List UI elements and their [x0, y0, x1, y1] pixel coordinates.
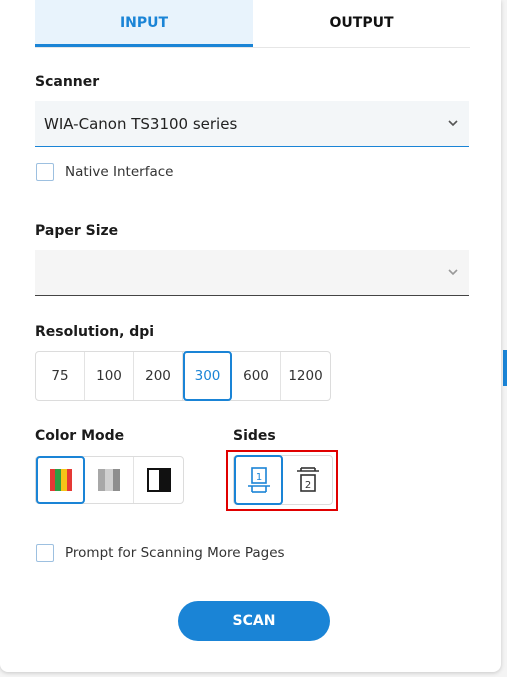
svg-text:1: 1 — [255, 472, 261, 483]
native-interface-label: Native Interface — [65, 164, 174, 180]
sides-options: 1 2 — [233, 455, 333, 505]
chevron-down-icon — [447, 250, 459, 315]
svg-text:2: 2 — [304, 480, 310, 491]
resolution-option-300[interactable]: 300 — [183, 351, 232, 401]
native-interface-checkbox[interactable] — [36, 163, 54, 181]
color-mode-grayscale-button[interactable] — [85, 457, 134, 503]
grayscale-bars-icon — [98, 469, 120, 491]
background-accent — [503, 350, 507, 386]
scanner-value: WIA-Canon TS3100 series — [44, 115, 238, 133]
prompt-more-pages-label: Prompt for Scanning More Pages — [65, 545, 285, 561]
resolution-option-1200[interactable]: 1200 — [281, 352, 330, 400]
resolution-option-200[interactable]: 200 — [134, 352, 183, 400]
black-white-icon — [146, 468, 171, 492]
tab-bar: INPUT OUTPUT — [35, 0, 470, 48]
scanner-label: Scanner — [35, 74, 100, 90]
color-mode-black-white-button[interactable] — [134, 457, 183, 503]
paper-size-label: Paper Size — [35, 223, 119, 239]
tab-output[interactable]: OUTPUT — [253, 0, 470, 46]
chevron-down-icon — [447, 101, 459, 166]
background-window — [501, 0, 507, 677]
sides-label: Sides — [233, 428, 276, 444]
resolution-option-75[interactable]: 75 — [36, 352, 85, 400]
resolution-options: 75 100 200 300 600 1200 — [35, 351, 331, 401]
color-mode-color-button[interactable] — [36, 456, 85, 504]
single-side-icon: 1 — [247, 467, 270, 493]
paper-size-select[interactable] — [35, 250, 469, 296]
scan-button[interactable]: SCAN — [178, 601, 330, 641]
single-side-button[interactable]: 1 — [234, 455, 283, 505]
scanner-select[interactable]: WIA-Canon TS3100 series — [35, 101, 469, 147]
color-mode-label: Color Mode — [35, 428, 125, 444]
double-side-button[interactable]: 2 — [283, 456, 332, 504]
resolution-label: Resolution, dpi — [35, 324, 155, 340]
tab-input[interactable]: INPUT — [35, 0, 253, 47]
color-mode-options — [35, 456, 184, 504]
scan-settings-panel: INPUT OUTPUT Scanner WIA-Canon TS3100 se… — [0, 0, 501, 672]
resolution-option-600[interactable]: 600 — [232, 352, 281, 400]
prompt-more-pages-checkbox[interactable] — [36, 544, 54, 562]
double-side-icon: 2 — [296, 467, 319, 492]
resolution-option-100[interactable]: 100 — [85, 352, 134, 400]
color-bars-icon — [49, 469, 72, 491]
